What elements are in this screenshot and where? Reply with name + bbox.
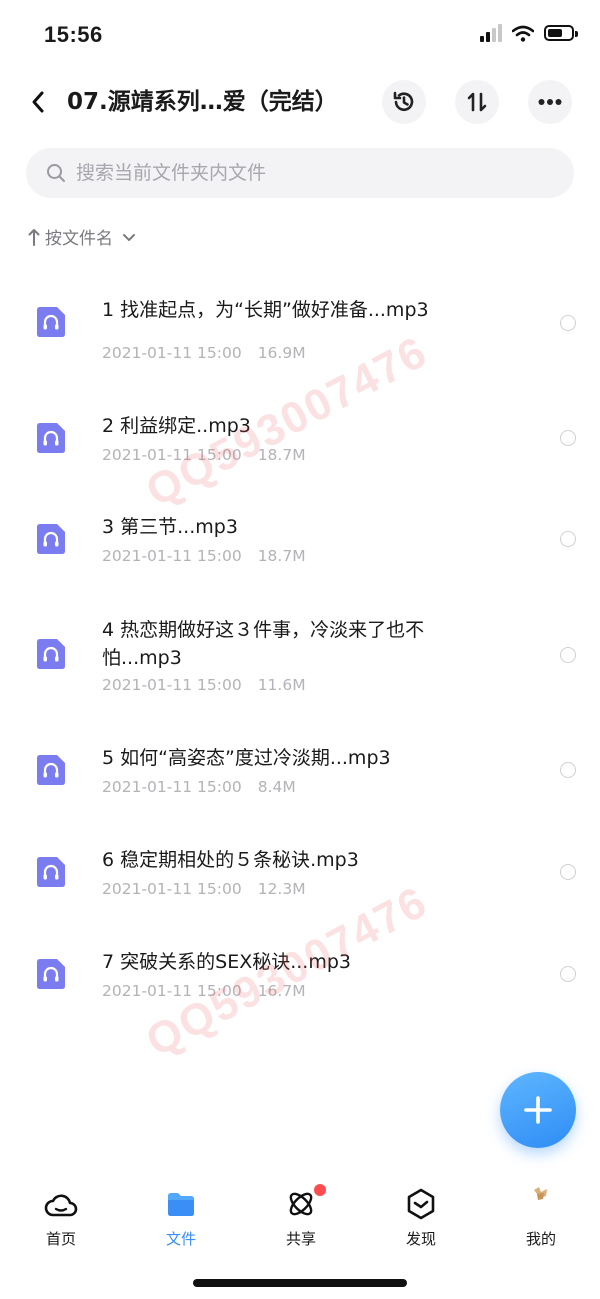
tab-share[interactable]: 共享 [261,1184,341,1249]
file-meta: 2021-01-11 15:00 11.6M [102,676,306,694]
file-meta: 2021-01-11 15:00 18.7M [102,446,306,464]
audio-file-icon [37,423,65,453]
back-button[interactable] [20,84,56,120]
sort-button[interactable] [455,80,499,124]
cloud-icon [44,1194,78,1217]
file-size: 16.9M [257,344,306,362]
select-radio[interactable] [560,531,576,547]
file-date: 2021-01-11 15:00 [102,778,242,796]
file-date: 2021-01-11 15:00 [102,446,242,464]
battery-icon [544,25,578,41]
audio-file-icon [37,755,65,785]
discover-icon [407,1188,435,1220]
file-date: 2021-01-11 15:00 [102,676,242,694]
select-radio[interactable] [560,966,576,982]
sort-arrows-icon [467,92,487,112]
audio-file-icon [37,307,65,337]
file-name: 6 稳定期相处的５条秘诀.mp3 [102,849,359,871]
tab-discover[interactable]: 发现 [381,1186,461,1249]
status-time: 15:56 [44,22,103,47]
notification-badge [314,1184,326,1196]
status-icons [480,24,578,42]
file-size: 12.3M [257,880,306,898]
file-size: 18.7M [257,446,306,464]
history-button[interactable] [382,80,426,124]
tab-files-label: 文件 [165,1230,196,1248]
plus-icon [524,1096,552,1124]
file-size: 16.7M [257,982,306,1000]
tab-discover-label: 发现 [405,1230,436,1248]
avatar-icon [534,1187,547,1200]
folder-icon [168,1193,194,1216]
file-meta: 2021-01-11 15:00 12.3M [102,880,306,898]
audio-file-icon [37,857,65,887]
file-meta: 2021-01-11 15:00 18.7M [102,547,306,565]
audio-file-icon [37,959,65,989]
history-icon [393,91,414,111]
search-input[interactable] [74,161,518,185]
select-radio[interactable] [560,430,576,446]
file-size: 8.4M [257,778,296,796]
file-meta: 2021-01-11 15:00 8.4M [102,778,296,796]
more-icon [538,99,562,105]
tab-me[interactable]: 我的 [501,1186,581,1249]
audio-file-icon [37,639,65,669]
tab-me-label: 我的 [525,1230,556,1248]
file-name: 4 热恋期做好这３件事，冷淡来了也不怕...mp3 [102,619,425,669]
file-date: 2021-01-11 15:00 [102,344,242,362]
file-name: 3 第三节...mp3 [102,516,238,538]
file-name: 2 利益绑定..mp3 [102,415,251,437]
select-radio[interactable] [560,864,576,880]
chevron-left-icon [32,91,44,113]
home-indicator[interactable] [193,1279,407,1287]
search-icon [47,164,65,182]
select-radio[interactable] [560,315,576,331]
sort-selector[interactable]: 按文件名 [28,224,136,249]
file-name: 1 找准起点，为“长期”做好准备...mp3 [102,299,429,321]
wifi-icon [512,25,534,42]
more-button[interactable] [528,80,572,124]
atom-icon [289,1192,313,1216]
add-button[interactable] [500,1072,576,1148]
select-radio[interactable] [560,647,576,663]
file-date: 2021-01-11 15:00 [102,982,242,1000]
arrow-up-icon [28,228,40,246]
file-size: 18.7M [257,547,306,565]
page-title: 07.源靖系列…爱（完结） [67,89,338,115]
search-bar[interactable] [26,148,574,198]
file-meta: 2021-01-11 15:00 16.7M [102,982,306,1000]
tab-share-label: 共享 [285,1230,316,1248]
tab-home-label: 首页 [45,1230,76,1248]
select-radio[interactable] [560,762,576,778]
tab-home[interactable]: 首页 [21,1186,101,1249]
file-name: 5 如何“高姿态”度过冷淡期...mp3 [102,747,391,769]
cellular-signal-icon [480,24,502,42]
sort-label: 按文件名 [45,229,113,249]
file-name: 7 突破关系的SEX秘诀...mp3 [102,951,351,973]
audio-file-icon [37,524,65,554]
file-date: 2021-01-11 15:00 [102,547,242,565]
file-date: 2021-01-11 15:00 [102,880,242,898]
tab-files[interactable]: 文件 [141,1186,221,1249]
file-size: 11.6M [257,676,306,694]
chevron-down-icon [123,233,135,241]
file-meta: 2021-01-11 15:00 16.9M [102,344,306,362]
